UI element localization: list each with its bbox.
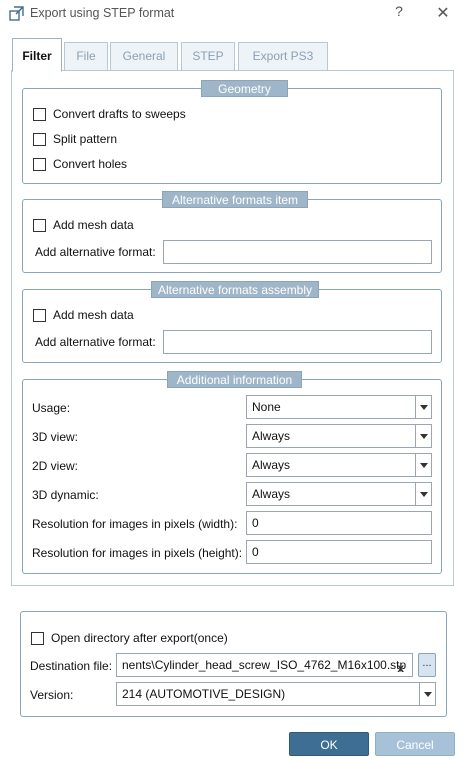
alt-formats-item-legend: Alternative formats item — [162, 191, 308, 208]
tab-general[interactable]: General — [110, 42, 178, 70]
convert-drafts-row[interactable]: Convert drafts to sweeps — [33, 105, 186, 123]
version-label: Version: — [30, 688, 74, 702]
open-dir-row[interactable]: Open directory after export(once) — [31, 629, 228, 647]
version-select[interactable]: 214 (AUTOMOTIVE_DESIGN) — [116, 682, 436, 706]
open-dir-checkbox[interactable] — [31, 631, 44, 645]
cancel-button[interactable]: Cancel — [375, 732, 455, 756]
destination-input[interactable]: nents\Cylinder_head_screw_ISO_4762_M16x1… — [116, 653, 413, 677]
split-pattern-label: Split pattern — [53, 132, 118, 146]
additional-info-legend: Additional information — [167, 371, 302, 388]
ok-button[interactable]: OK — [289, 732, 369, 756]
view3d-label: 3D view: — [32, 430, 79, 444]
window-title: Export using STEP format — [30, 6, 175, 20]
help-button[interactable]: ? — [388, 3, 410, 23]
browse-button[interactable]: ... — [418, 653, 436, 677]
close-button[interactable]: ✕ — [432, 3, 454, 23]
view3d-value: Always — [252, 429, 291, 443]
item-alt-format-input[interactable] — [163, 240, 432, 264]
open-dir-label: Open directory after export(once) — [51, 631, 228, 645]
tab-filter[interactable]: Filter — [12, 38, 62, 72]
usage-label: Usage: — [32, 401, 71, 415]
tab-step[interactable]: STEP — [181, 42, 235, 70]
chevron-down-icon[interactable] — [415, 483, 431, 505]
assembly-add-mesh-row[interactable]: Add mesh data — [33, 306, 134, 324]
assembly-alt-format-label: Add alternative format: — [35, 335, 156, 349]
clear-icon[interactable]: x — [397, 657, 404, 676]
dynamic3d-label: 3D dynamic: — [32, 488, 99, 502]
view2d-select[interactable]: Always — [246, 453, 432, 477]
split-pattern-row[interactable]: Split pattern — [33, 130, 117, 148]
convert-drafts-label: Convert drafts to sweeps — [53, 107, 186, 121]
dynamic3d-select[interactable]: Always — [246, 482, 432, 506]
assembly-alt-format-input[interactable] — [163, 330, 432, 354]
convert-holes-checkbox[interactable] — [33, 157, 46, 171]
alt-formats-assembly-legend: Alternative formats assembly — [151, 281, 319, 298]
chevron-down-icon[interactable] — [415, 454, 431, 476]
view2d-value: Always — [252, 458, 291, 472]
assembly-add-mesh-label: Add mesh data — [53, 308, 134, 322]
chevron-down-icon[interactable] — [415, 425, 431, 447]
item-alt-format-label: Add alternative format: — [35, 245, 156, 259]
usage-value: None — [252, 400, 281, 414]
title-bar: Export using STEP format ? ✕ — [0, 0, 465, 28]
res-width-label: Resolution for images in pixels (width): — [32, 517, 238, 531]
split-pattern-checkbox[interactable] — [33, 132, 46, 146]
item-add-mesh-row[interactable]: Add mesh data — [33, 216, 134, 234]
tab-export-ps3[interactable]: Export PS3 — [238, 42, 328, 70]
view3d-select[interactable]: Always — [246, 424, 432, 448]
export-step-icon — [9, 6, 24, 21]
item-add-mesh-label: Add mesh data — [53, 218, 134, 232]
item-add-mesh-checkbox[interactable] — [33, 218, 46, 232]
geometry-legend: Geometry — [201, 80, 288, 97]
res-width-input[interactable]: 0 — [246, 511, 432, 535]
destination-value: nents\Cylinder_head_screw_ISO_4762_M16x1… — [122, 658, 407, 672]
destination-label: Destination file: — [30, 659, 113, 673]
chevron-down-icon[interactable] — [419, 683, 435, 705]
convert-drafts-checkbox[interactable] — [33, 107, 46, 121]
res-height-input[interactable]: 0 — [246, 540, 432, 564]
convert-holes-label: Convert holes — [53, 157, 128, 171]
dynamic3d-value: Always — [252, 487, 291, 501]
version-value: 214 (AUTOMOTIVE_DESIGN) — [122, 687, 286, 701]
chevron-down-icon[interactable] — [415, 396, 431, 418]
view2d-label: 2D view: — [32, 459, 79, 473]
convert-holes-row[interactable]: Convert holes — [33, 155, 127, 173]
tab-file[interactable]: File — [64, 42, 108, 70]
assembly-add-mesh-checkbox[interactable] — [33, 308, 46, 322]
res-height-label: Resolution for images in pixels (height)… — [32, 546, 243, 560]
usage-select[interactable]: None — [246, 395, 432, 419]
